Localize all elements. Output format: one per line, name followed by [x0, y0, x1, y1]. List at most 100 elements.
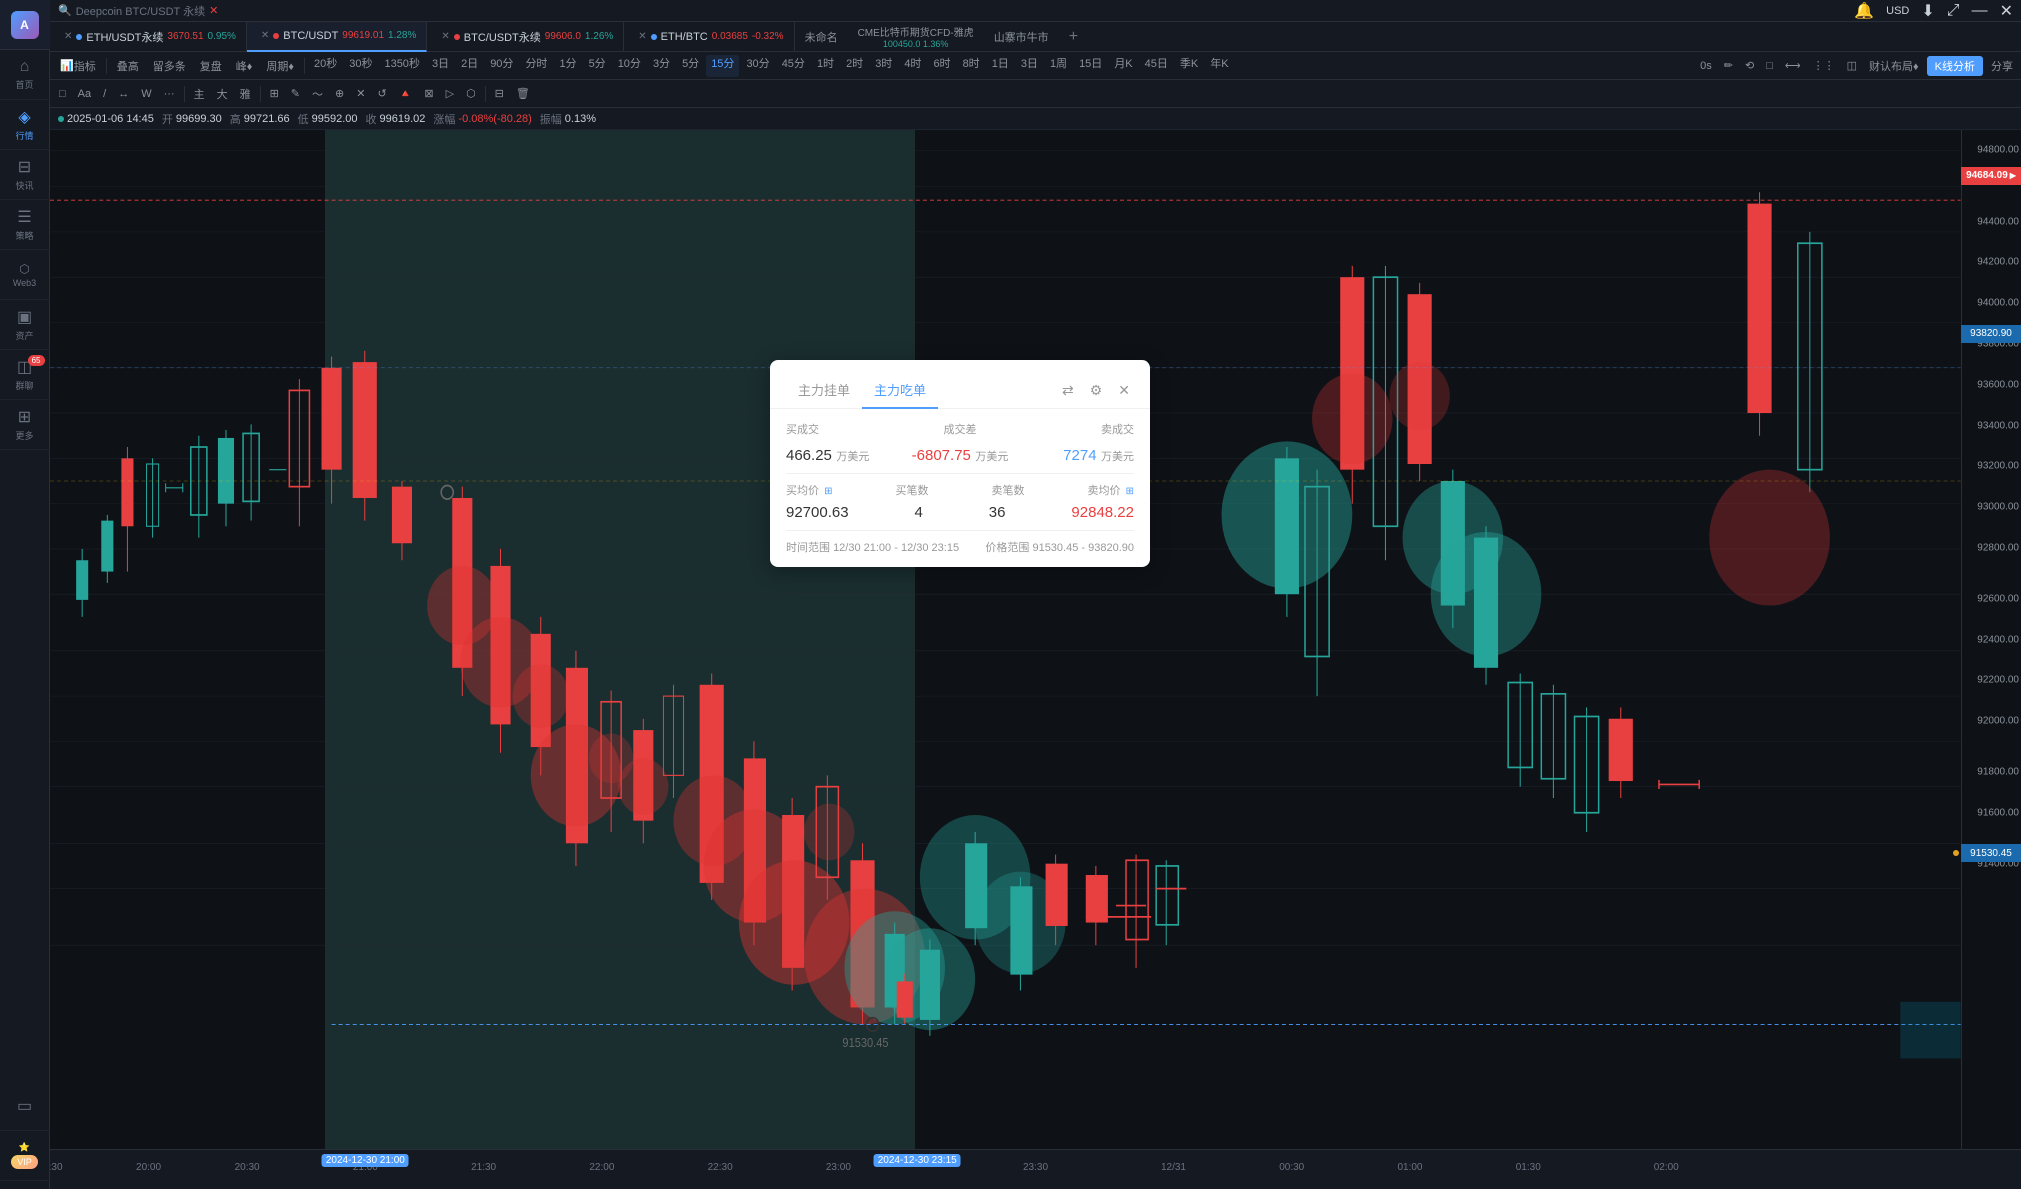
timer-button[interactable]: 0s: [1696, 60, 1716, 72]
period-1m[interactable]: 1分: [554, 55, 581, 77]
period-5m-b[interactable]: 5分: [677, 55, 704, 77]
mountain-tab[interactable]: 山寨市牛市: [984, 22, 1059, 52]
currency-selector[interactable]: USD: [1886, 5, 1909, 17]
sidebar-item-assets[interactable]: ▣ 资产: [0, 300, 50, 350]
add-tab-button[interactable]: +: [1059, 22, 1088, 52]
period-button[interactable]: 周期♦: [260, 55, 300, 77]
period-45m[interactable]: 45分: [777, 55, 810, 77]
overlay-high-button[interactable]: 叠高: [111, 55, 145, 77]
symbol-tab-eth-usdt-perp[interactable]: ✕ ETH/USDT永续 3670.51 0.95%: [50, 22, 247, 52]
refresh-icon[interactable]: ⟲: [1741, 59, 1758, 72]
period-45d[interactable]: 45日: [1140, 55, 1173, 77]
bell-icon[interactable]: 🔔: [1854, 1, 1874, 21]
box-tool[interactable]: ⊠: [419, 83, 438, 105]
period-15d[interactable]: 15日: [1074, 55, 1107, 77]
wave-tool[interactable]: W: [136, 83, 156, 105]
tab-close-btc[interactable]: ✕: [261, 30, 269, 41]
edit-icon[interactable]: ✏: [1720, 59, 1737, 72]
indicators-button[interactable]: 📊 指标: [54, 55, 102, 77]
curve-tool[interactable]: 〜: [307, 83, 328, 105]
period-1350s[interactable]: 1350秒: [379, 55, 424, 77]
period-20s[interactable]: 20秒: [309, 55, 342, 77]
symbol-tab-btc-usdt[interactable]: ✕ BTC/USDT 99619.01 1.28%: [247, 22, 427, 52]
sidebar-item-market[interactable]: ◈ 行情: [0, 100, 50, 150]
layout-button[interactable]: 财认布局♦: [1865, 58, 1923, 74]
period-3d-b[interactable]: 3日: [1016, 55, 1043, 77]
period-15m[interactable]: 15分: [706, 55, 739, 77]
period-6h[interactable]: 6时: [928, 55, 955, 77]
undo-tool[interactable]: ↺: [372, 83, 391, 105]
k-analysis-button[interactable]: K线分析: [1927, 56, 1983, 76]
peak-button[interactable]: 峰♦: [230, 55, 259, 77]
period-year[interactable]: 年K: [1205, 55, 1233, 77]
popup-close-icon[interactable]: ✕: [1114, 378, 1134, 403]
unnamed-tab[interactable]: 未命名: [795, 22, 848, 52]
filter-tool[interactable]: ⊟: [490, 83, 509, 105]
pen-tool[interactable]: ✎: [286, 83, 305, 105]
horizontal-tool[interactable]: ↔: [113, 83, 134, 105]
popup-tab-pending[interactable]: 主力挂单: [786, 372, 862, 409]
period-5m-a[interactable]: 5分: [584, 55, 611, 77]
popup-swap-icon[interactable]: ⇄: [1058, 378, 1078, 403]
sidebar-item-community[interactable]: ◫ 群聊 65: [0, 350, 50, 400]
download-icon[interactable]: ⬇: [1921, 1, 1934, 21]
sidebar-item-more[interactable]: ⊞ 更多: [0, 400, 50, 450]
minimize-icon[interactable]: —: [1972, 2, 1988, 20]
copy-icon-buy[interactable]: ⊞: [824, 486, 832, 497]
period-1w[interactable]: 1周: [1045, 55, 1072, 77]
cross-tool[interactable]: ✕: [351, 83, 370, 105]
period-3d[interactable]: 3日: [427, 55, 454, 77]
tab-close-btc-perp[interactable]: ✕: [441, 31, 449, 42]
period-tick[interactable]: 分时: [520, 55, 552, 77]
copy-icon-sell[interactable]: ⊞: [1126, 486, 1134, 497]
period-30s[interactable]: 30秒: [344, 55, 377, 77]
popup-settings-icon[interactable]: ⚙: [1086, 378, 1107, 403]
multi-line-button[interactable]: 留多条: [147, 55, 192, 77]
rect-tool[interactable]: □: [54, 83, 71, 105]
symbol-tab-btc-usdt-perp[interactable]: ✕ BTC/USDT永续 99606.0 1.26%: [427, 22, 624, 52]
sidebar-item-news[interactable]: ⊟ 快讯: [0, 150, 50, 200]
layout-dots-icon[interactable]: ⋮⋮: [1809, 59, 1839, 72]
triangle-tool[interactable]: 🔺: [394, 83, 418, 105]
alt-style[interactable]: 雅: [235, 83, 256, 105]
play-tool[interactable]: ▷: [441, 83, 459, 105]
period-2d[interactable]: 2日: [456, 55, 483, 77]
period-8h[interactable]: 8时: [958, 55, 985, 77]
period-1mo[interactable]: 月K: [1109, 55, 1137, 77]
split-icon[interactable]: ◫: [1843, 59, 1861, 72]
app-logo[interactable]: A: [0, 0, 50, 50]
period-1d[interactable]: 1日: [987, 55, 1014, 77]
tab-close-eth[interactable]: ✕: [64, 31, 72, 42]
chart-area[interactable]: 91530.45 94800.00 94600.00 94400.00 9420…: [50, 130, 2021, 1149]
copy-tool[interactable]: ⊞: [265, 83, 284, 105]
period-30m[interactable]: 30分: [741, 55, 774, 77]
symbol-tab-eth-btc[interactable]: ✕ ETH/BTC 0.03685 -0.32%: [624, 22, 794, 52]
popup-tab-eating[interactable]: 主力吃单: [862, 372, 938, 409]
search-area[interactable]: 🔍 Deepcoin BTC/USDT 永续 ✕: [58, 3, 218, 19]
period-1h[interactable]: 1时: [812, 55, 839, 77]
period-10m[interactable]: 10分: [613, 55, 646, 77]
share-icon[interactable]: 分享: [1987, 58, 2017, 74]
sidebar-item-vip[interactable]: ⭐ VIP: [0, 1131, 50, 1181]
large-style[interactable]: 大: [212, 83, 233, 105]
fullscreen-icon[interactable]: □: [1762, 60, 1777, 72]
circle-tool[interactable]: ⊕: [330, 83, 349, 105]
more-tools[interactable]: ···: [159, 83, 180, 105]
main-style[interactable]: 主: [189, 83, 210, 105]
period-season[interactable]: 季K: [1175, 55, 1203, 77]
sidebar-item-web3[interactable]: ⬡ Web3: [0, 250, 50, 300]
period-90m[interactable]: 90分: [485, 55, 518, 77]
line-tool[interactable]: /: [98, 83, 111, 105]
hex-tool[interactable]: ⬡: [461, 83, 481, 105]
period-2h[interactable]: 2时: [841, 55, 868, 77]
expand-icon[interactable]: ⤢: [1947, 2, 1960, 20]
text-tool[interactable]: Aa: [73, 83, 96, 105]
sidebar-item-tablet[interactable]: ▭: [0, 1081, 50, 1131]
compare-icon[interactable]: ⟷: [1781, 59, 1805, 72]
replay-button[interactable]: 复盘: [194, 55, 228, 77]
close-icon[interactable]: ✕: [2000, 1, 2013, 21]
sidebar-item-strategy[interactable]: ☰ 策略: [0, 200, 50, 250]
sidebar-item-home[interactable]: ⌂ 首页: [0, 50, 50, 100]
delete-tool[interactable]: 🗑: [511, 83, 535, 105]
tab-close-eth-btc[interactable]: ✕: [638, 31, 646, 42]
